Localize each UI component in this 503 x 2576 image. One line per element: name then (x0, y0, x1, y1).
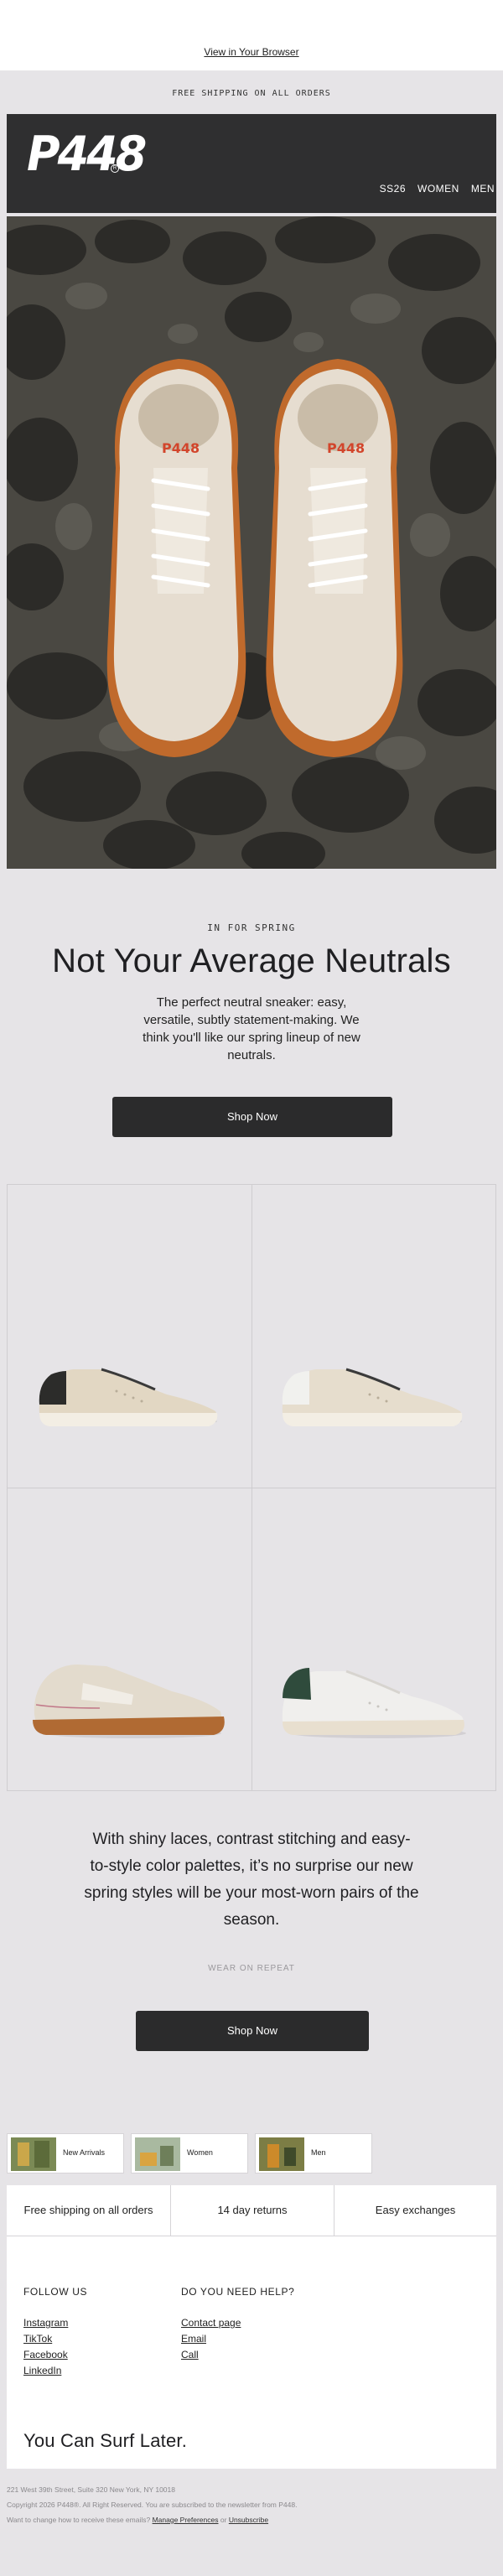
legal-preferences: Want to change how to receive these emai… (7, 2516, 268, 2524)
category-thumb-women (135, 2137, 180, 2171)
link-contact-page[interactable]: Contact page (181, 2317, 241, 2329)
legal-preferences-text: Want to change how to receive these emai… (7, 2516, 151, 2524)
category-links: New Arrivals Women Men (7, 2133, 372, 2174)
legal-or-text: or (220, 2516, 227, 2524)
announcement-bar: FREE SHIPPING ON ALL ORDERS (172, 89, 331, 98)
usp-exchanges: Easy exchanges (375, 2204, 456, 2216)
story-paragraph: With shiny laces, contrast stitching and… (84, 1831, 419, 1929)
link-linkedin[interactable]: LinkedIn (23, 2365, 61, 2376)
category-men[interactable]: Men (255, 2133, 372, 2174)
category-new-arrivals[interactable]: New Arrivals (7, 2133, 124, 2174)
product-tile-3[interactable] (8, 1488, 252, 1792)
product-image-sneaker-gum-sole (33, 1665, 225, 1738)
product-grid (7, 1184, 496, 1791)
link-tiktok[interactable]: TikTok (23, 2333, 52, 2345)
category-label: New Arrivals (63, 2148, 106, 2157)
category-women[interactable]: Women (131, 2133, 248, 2174)
hero-right-shoe-tag: P448 (327, 440, 365, 456)
registered-mark-icon: R (111, 164, 119, 173)
nav-item-men[interactable]: MEN (471, 183, 495, 195)
link-instagram[interactable]: Instagram (23, 2317, 68, 2329)
story-tagline: WEAR ON REPEAT (208, 1964, 295, 1973)
shop-now-button-2[interactable]: Shop Now (136, 2011, 369, 2051)
brand-header: P448 R SS26 WOMEN MEN (7, 114, 496, 213)
manage-preferences-link[interactable]: Manage Preferences (153, 2516, 219, 2524)
preheader-bar: View in Your Browser (0, 0, 503, 70)
product-tile-2[interactable] (252, 1185, 497, 1488)
main-nav: SS26 WOMEN MEN (380, 183, 495, 195)
intro-body: The perfect neutral sneaker: easy, versa… (143, 995, 360, 1062)
follow-us-title: FOLLOW US (23, 2286, 88, 2298)
hero-image[interactable]: P448 P448 (7, 216, 496, 869)
intro-headline: Not Your Average Neutrals (52, 943, 451, 979)
usp-free-shipping: Free shipping on all orders (23, 2204, 153, 2216)
legal-address: 221 West 39th Street, Suite 320 New York… (7, 2485, 175, 2494)
category-thumb-men (259, 2137, 304, 2171)
product-image-sneaker-black-heel (39, 1368, 218, 1426)
legal-copyright: Copyright 2026 P448®. All Right Reserved… (7, 2501, 298, 2509)
intro-eyebrow: IN FOR SPRING (207, 922, 296, 933)
help-title: DO YOU NEED HELP? (181, 2286, 295, 2298)
product-image-sneaker-green-heel (282, 1668, 466, 1738)
link-facebook[interactable]: Facebook (23, 2349, 68, 2360)
product-tile-4[interactable] (252, 1488, 497, 1792)
link-email[interactable]: Email (181, 2333, 206, 2345)
nav-item-ss26[interactable]: SS26 (380, 183, 406, 195)
hero-sneakers-on-stones-image: P448 P448 (7, 216, 496, 869)
footer-slogan: You Can Surf Later. (23, 2430, 188, 2451)
link-call[interactable]: Call (181, 2349, 199, 2360)
category-label: Women (187, 2148, 213, 2157)
unsubscribe-link[interactable]: Unsubscribe (229, 2516, 268, 2524)
footer: Free shipping on all orders 14 day retur… (7, 2185, 496, 2469)
usp-returns: 14 day returns (217, 2204, 288, 2216)
view-in-browser-link[interactable]: View in Your Browser (0, 46, 503, 58)
product-tile-1[interactable] (8, 1185, 252, 1488)
shop-now-button[interactable]: Shop Now (112, 1097, 392, 1137)
category-label: Men (311, 2148, 326, 2157)
nav-item-women[interactable]: WOMEN (417, 183, 459, 195)
brand-logo[interactable]: P448 (27, 126, 147, 181)
product-image-sneaker-white-heel (282, 1368, 463, 1426)
hero-left-shoe-tag: P448 (162, 440, 200, 456)
category-thumb-new-arrivals (11, 2137, 56, 2171)
